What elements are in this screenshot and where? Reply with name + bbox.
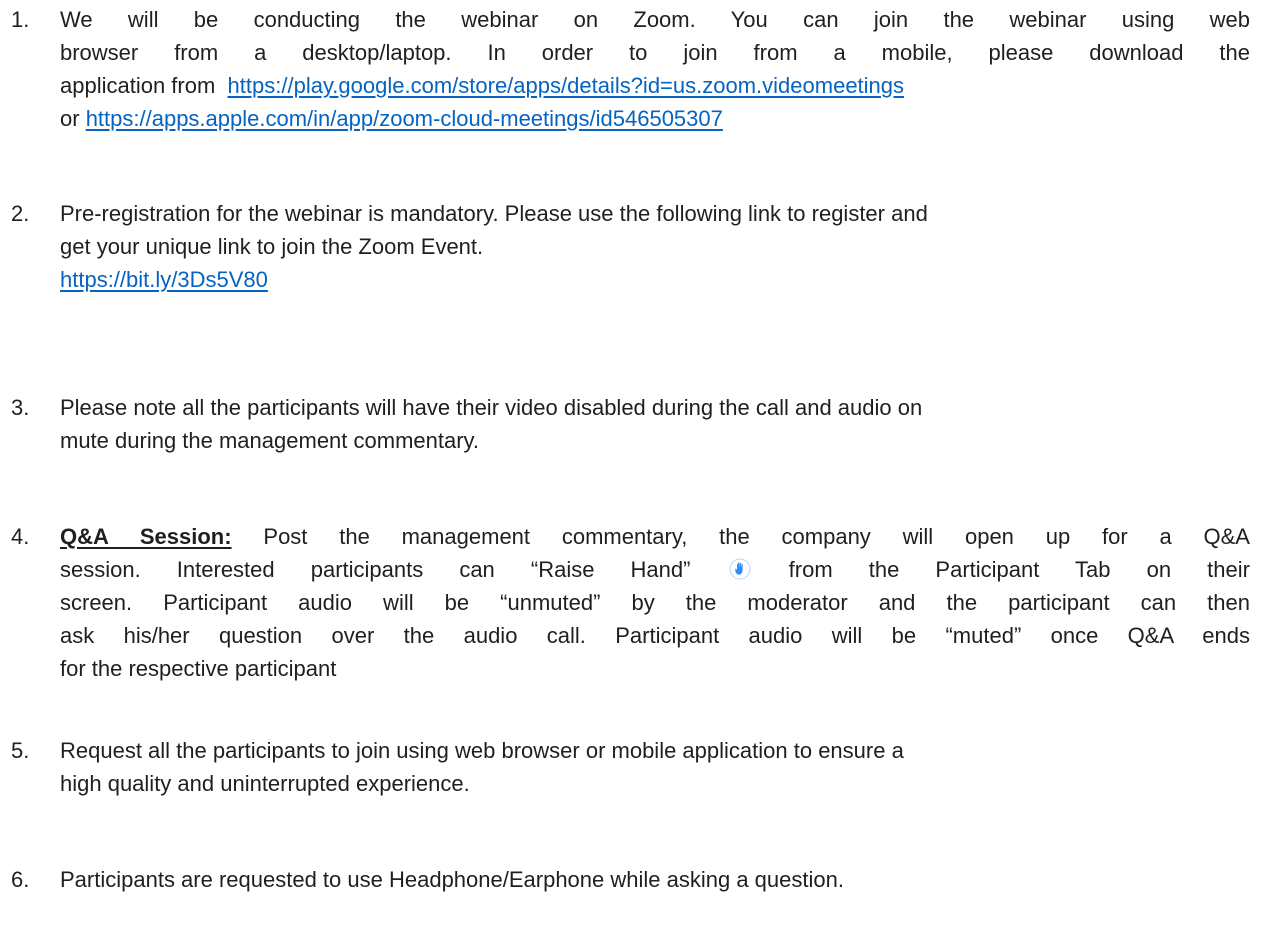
text-line: ask his/her question over the audio call… bbox=[60, 623, 1250, 648]
text-line: mute during the management commentary. bbox=[60, 428, 480, 453]
google-play-link[interactable]: https://play.google.com/store/apps/detai… bbox=[228, 73, 904, 98]
text-line: application from https://play.google.com… bbox=[60, 69, 1250, 102]
text-line: browser from a desktop/laptop. In order … bbox=[60, 40, 1250, 65]
raise-hand-icon bbox=[729, 556, 751, 580]
text-line: for the respective participant bbox=[60, 656, 337, 681]
registration-link[interactable]: https://bit.ly/3Ds5V80 bbox=[60, 267, 268, 292]
list-item-text: Request all the participants to join usi… bbox=[60, 734, 1250, 800]
text-line: get your unique link to join the Zoom Ev… bbox=[60, 234, 484, 259]
text-line: or https://apps.apple.com/in/app/zoom-cl… bbox=[60, 102, 1250, 135]
list-number: 4. bbox=[11, 524, 30, 549]
text-line: https://bit.ly/3Ds5V80 bbox=[60, 263, 1250, 296]
text-fragment: from the Participant Tab on their bbox=[788, 557, 1250, 582]
qa-session-label: Q&A Session: bbox=[60, 524, 232, 549]
list-number: 6. bbox=[11, 867, 30, 892]
text-line: Q&A Session: Post the management comment… bbox=[60, 520, 1250, 553]
list-item-text: We will be conducting the webinar on Zoo… bbox=[60, 3, 1250, 135]
text-line: We will be conducting the webinar on Zoo… bbox=[60, 7, 1250, 32]
list-item-text: Pre-registration for the webinar is mand… bbox=[60, 197, 1250, 296]
text-fragment: session. Interested participants can “Ra… bbox=[60, 557, 691, 582]
list-number: 2. bbox=[11, 201, 30, 226]
text-fragment: Post the management commentary, the comp… bbox=[263, 524, 1250, 549]
list-number: 5. bbox=[11, 738, 30, 763]
list-item-text: Q&A Session: Post the management comment… bbox=[60, 520, 1250, 685]
text-fragment: application from bbox=[60, 73, 216, 98]
list-number: 3. bbox=[11, 395, 30, 420]
text-line: high quality and uninterrupted experienc… bbox=[60, 771, 470, 796]
text-line: Participants are requested to use Headph… bbox=[60, 867, 844, 892]
list-item-text: Participants are requested to use Headph… bbox=[60, 863, 1250, 896]
text-line: session. Interested participants can “Ra… bbox=[60, 553, 1250, 586]
text-line: Pre-registration for the webinar is mand… bbox=[60, 201, 928, 226]
app-store-link[interactable]: https://apps.apple.com/in/app/zoom-cloud… bbox=[86, 106, 723, 131]
list-number: 1. bbox=[11, 7, 30, 32]
text-line: screen. Participant audio will be “unmut… bbox=[60, 590, 1250, 615]
text-line: Please note all the participants will ha… bbox=[60, 395, 923, 420]
list-item-text: Please note all the participants will ha… bbox=[60, 391, 1250, 457]
text-line: Request all the participants to join usi… bbox=[60, 738, 904, 763]
text-fragment: or bbox=[60, 106, 80, 131]
